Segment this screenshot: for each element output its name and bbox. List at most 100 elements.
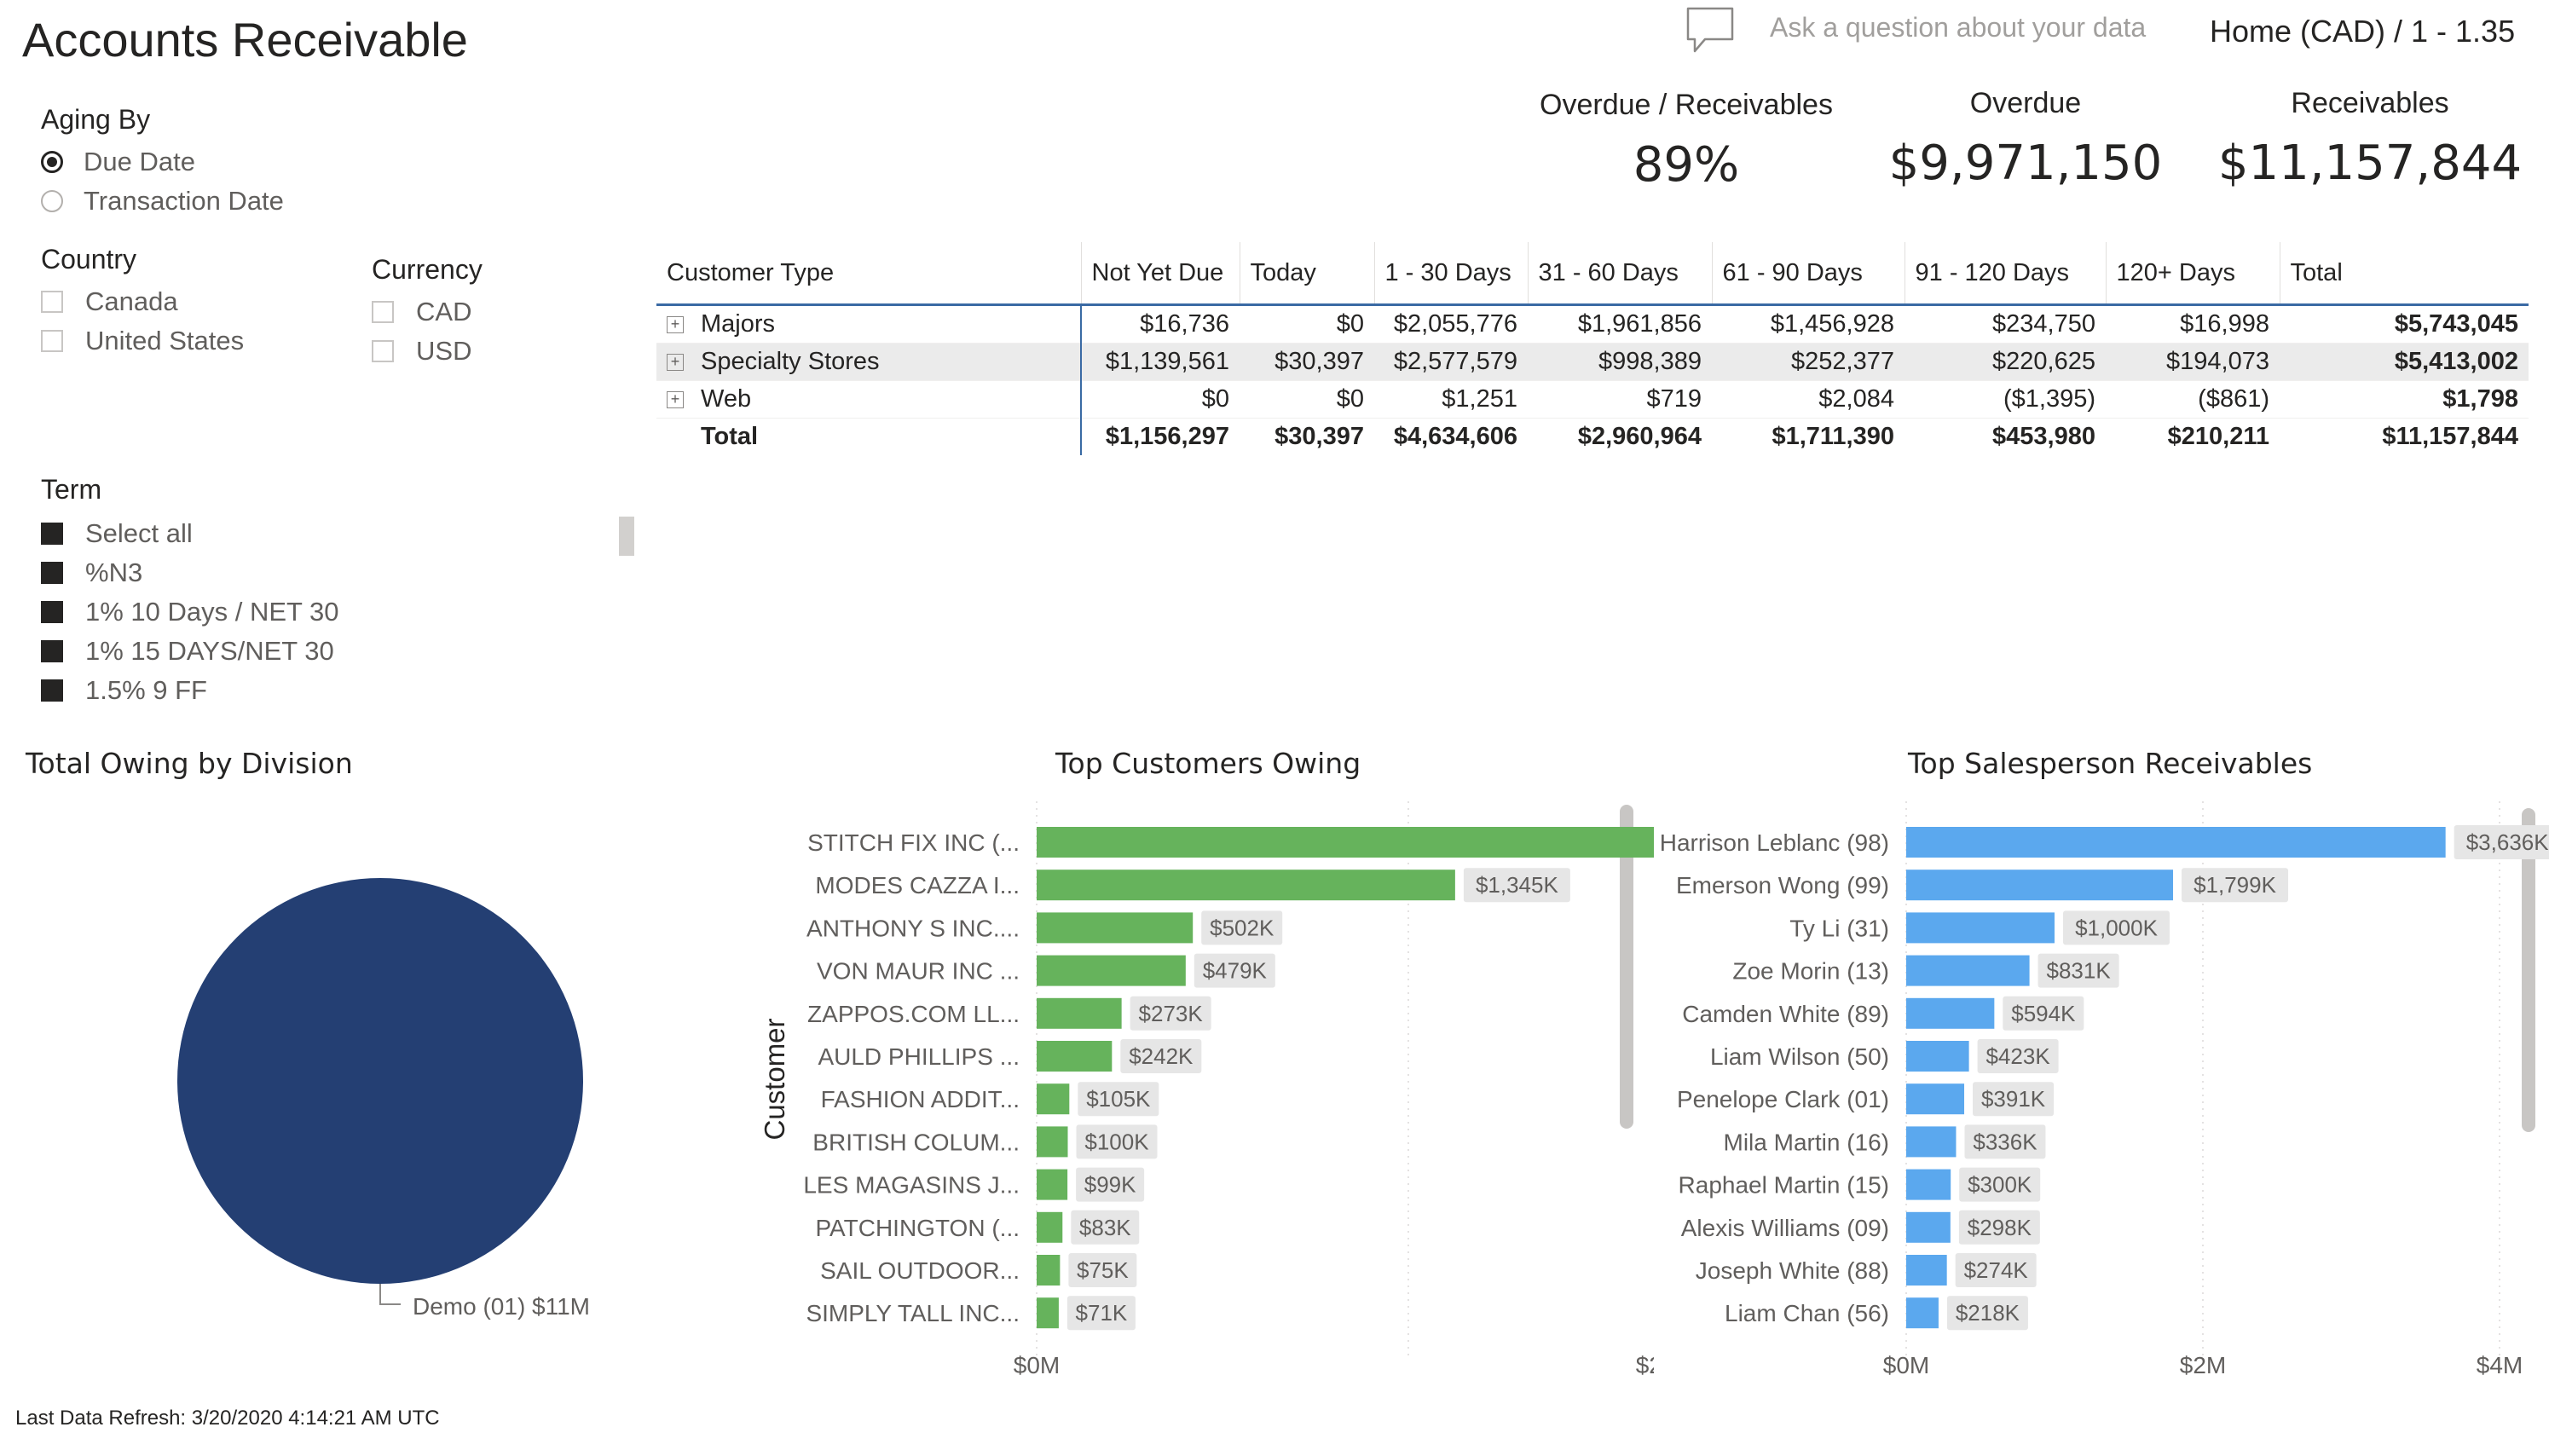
row-label: Specialty Stores [701, 348, 880, 375]
table-cell: $1,798 [2280, 380, 2529, 419]
term-scrollbar[interactable] [619, 517, 634, 556]
checkbox-checked-icon[interactable] [41, 679, 63, 702]
category-label: SAIL OUTDOOR... [820, 1257, 1020, 1284]
option-term[interactable]: 1% 10 Days / NET 30 [41, 592, 339, 632]
bar[interactable] [1037, 1041, 1113, 1072]
option-term[interactable]: 1% 15 DAYS/NET 30 [41, 632, 339, 671]
matrix-header-row: Customer Type Not Yet Due Today 1 - 30 D… [656, 242, 2529, 306]
table-cell: $16,736 [1081, 304, 1240, 344]
bar[interactable] [1906, 955, 2030, 986]
option-label: 1.5% 9 FF [85, 675, 207, 705]
option-usd[interactable]: USD [372, 332, 483, 371]
leader-line [379, 1284, 401, 1305]
column-header[interactable]: 31 - 60 Days [1528, 242, 1713, 306]
column-header[interactable]: Total [2280, 242, 2529, 306]
column-header[interactable]: 120+ Days [2106, 242, 2280, 306]
data-label: $273K [1139, 1001, 1204, 1026]
aging-slicer: Aging By Due Date Transaction Date [41, 104, 284, 221]
bar[interactable] [1037, 955, 1186, 986]
data-label: $3,636K [2466, 829, 2549, 855]
bar[interactable] [1037, 1211, 1063, 1243]
bar[interactable] [1906, 1126, 1957, 1158]
column-header[interactable]: 91 - 120 Days [1905, 242, 2107, 306]
category-label: ZAPPOS.COM LL... [807, 1001, 1020, 1027]
x-tick-label: $0M [1014, 1352, 1060, 1378]
checkbox-checked-icon[interactable] [41, 523, 63, 545]
bar[interactable] [1906, 997, 1995, 1029]
column-header[interactable]: 1 - 30 Days [1374, 242, 1529, 306]
table-cell: $194,073 [2106, 343, 2280, 381]
data-label: $298K [1968, 1215, 2032, 1240]
bar[interactable] [1037, 1297, 1059, 1329]
checkbox-checked-icon[interactable] [41, 601, 63, 623]
category-label: PATCHINGTON (... [815, 1215, 1020, 1241]
bar[interactable] [1906, 1255, 1947, 1286]
bar[interactable] [1906, 912, 2055, 944]
table-cell: $4,634,606 [1393, 423, 1517, 450]
kpi-label: Overdue [1969, 87, 2082, 119]
bar[interactable] [1906, 1169, 1951, 1200]
bar[interactable] [1037, 870, 1455, 901]
comment-icon[interactable] [1685, 3, 1736, 56]
bar[interactable] [1906, 1041, 1969, 1072]
column-header[interactable]: Customer Type [656, 242, 1082, 306]
data-label: $594K [2011, 1001, 2076, 1026]
data-label: $99K [1084, 1172, 1136, 1198]
bar[interactable] [1037, 1255, 1061, 1286]
table-cell: $30,397 [1274, 423, 1364, 450]
bar[interactable] [1906, 1083, 1965, 1115]
radio-icon[interactable] [41, 190, 63, 212]
breadcrumb[interactable]: Home (CAD) / 1 - 1.35 [2210, 14, 2515, 49]
bar[interactable] [1037, 1169, 1068, 1200]
option-label: Canada [85, 286, 178, 316]
checkbox-icon[interactable] [41, 330, 63, 352]
checkbox-icon[interactable] [41, 291, 63, 313]
kpi-card-overdue: Overdue $9,971,150 [1847, 87, 2205, 191]
checkbox-checked-icon[interactable] [41, 640, 63, 662]
expand-icon[interactable]: + [667, 354, 684, 372]
expand-icon[interactable]: + [667, 391, 684, 409]
option-term[interactable]: %N3 [41, 553, 339, 592]
bar[interactable] [1906, 870, 2174, 901]
column-header[interactable]: 61 - 90 Days [1712, 242, 1905, 306]
checkbox-icon[interactable] [372, 301, 394, 323]
radio-selected-icon[interactable] [41, 151, 63, 173]
category-label: SIMPLY TALL INC... [806, 1300, 1020, 1326]
option-select-all[interactable]: Select all [41, 514, 339, 553]
bar[interactable] [1906, 827, 2446, 858]
category-label: Harrison Leblanc (98) [1660, 829, 1889, 856]
customers-bar-chart: Customer STITCH FIX INC (...$2,355KMODES… [759, 801, 1654, 1378]
option-canada[interactable]: Canada [41, 282, 244, 321]
data-label: $100K [1084, 1129, 1149, 1154]
option-united-states[interactable]: United States [41, 321, 244, 361]
kpi-label: Overdue / Receivables [1540, 89, 1833, 121]
bar[interactable] [1037, 997, 1122, 1029]
bar[interactable] [1037, 912, 1194, 944]
option-label: CAD [416, 297, 472, 326]
option-cad[interactable]: CAD [372, 292, 483, 332]
checkbox-icon[interactable] [372, 340, 394, 362]
option-transaction-date[interactable]: Transaction Date [41, 182, 284, 221]
column-header[interactable]: Not Yet Due [1081, 242, 1240, 306]
row-header: + Web [656, 380, 1082, 419]
bar[interactable] [1037, 1083, 1070, 1115]
option-due-date[interactable]: Due Date [41, 142, 284, 182]
table-cell: ($1,395) [1905, 380, 2106, 419]
option-term[interactable]: 1.5% 9 FF [41, 671, 339, 710]
pie-slice[interactable] [177, 878, 583, 1284]
table-cell: $2,084 [1712, 380, 1905, 419]
table-cell: $2,055,776 [1374, 304, 1528, 344]
category-label: AULD PHILLIPS ... [818, 1043, 1020, 1070]
option-label: 1% 10 Days / NET 30 [85, 597, 339, 627]
column-header[interactable]: Today [1240, 242, 1375, 306]
bar[interactable] [1906, 1297, 1939, 1329]
bar[interactable] [1906, 1211, 1951, 1243]
bar[interactable] [1037, 827, 1654, 858]
bar[interactable] [1037, 1126, 1068, 1158]
checkbox-checked-icon[interactable] [41, 562, 63, 584]
table-cell: $1,251 [1374, 380, 1528, 419]
qa-input[interactable]: Ask a question about your data [1770, 12, 2146, 43]
expand-icon[interactable]: + [667, 316, 684, 334]
kpi-value: $9,971,150 [1888, 136, 2163, 191]
data-label: $423K [1986, 1043, 2051, 1069]
